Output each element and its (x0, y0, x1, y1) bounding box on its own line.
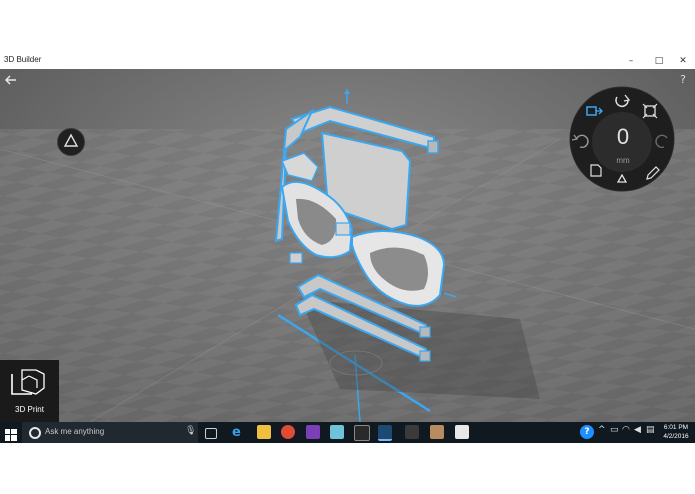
3d-builder-taskbar-icon[interactable] (378, 425, 392, 441)
back-arrow-icon[interactable] (4, 73, 18, 87)
dial-value: 0 (616, 124, 630, 149)
dial-unit: mm (616, 156, 630, 165)
terminal-icon[interactable] (354, 425, 370, 441)
search-input[interactable]: Ask me anything (45, 427, 104, 436)
edge-icon[interactable]: e (232, 425, 246, 440)
battery-icon[interactable]: ▭ (610, 425, 619, 435)
visual-studio-icon[interactable] (306, 425, 320, 439)
task-view-icon[interactable] (205, 428, 217, 439)
top-margin (0, 0, 695, 53)
help-button[interactable]: ? (676, 73, 690, 87)
clock-date: 4/2/2016 (663, 433, 689, 440)
taskbar-clock[interactable]: 6:01 PM 4/2/2016 (660, 423, 692, 441)
app-icon-2[interactable] (405, 425, 419, 439)
chrome-icon[interactable] (281, 425, 295, 439)
scene-menu-button[interactable] (57, 128, 85, 156)
microphone-icon[interactable]: 🎙 (185, 426, 196, 436)
minimize-button[interactable]: – (618, 53, 644, 69)
3d-viewport[interactable] (0, 69, 695, 422)
clock-time: 6:01 PM (663, 424, 689, 431)
file-explorer-icon[interactable] (257, 425, 271, 439)
chevron-up-icon[interactable]: ^ (598, 425, 606, 435)
keyboard-icon[interactable]: ▤ (646, 425, 655, 435)
3d-print-button[interactable]: 3D Print (0, 360, 59, 422)
title-bar: 3D Builder – □ ✕ (0, 53, 695, 70)
close-button[interactable]: ✕ (670, 53, 695, 69)
windows-start-icon[interactable] (5, 426, 17, 441)
photos-app-icon[interactable] (430, 425, 444, 439)
bottom-margin (0, 443, 695, 494)
maximize-button[interactable]: □ (646, 53, 672, 69)
image-viewer-icon[interactable] (455, 425, 469, 439)
wifi-icon[interactable]: ◠ (622, 425, 630, 435)
window-title: 3D Builder (4, 55, 42, 64)
cortana-icon (29, 427, 41, 439)
volume-icon[interactable]: ◀ (634, 425, 641, 435)
3d-print-icon (11, 369, 45, 395)
help-tray-icon[interactable]: ? (580, 425, 594, 439)
triangle-icon (63, 133, 79, 147)
app-icon[interactable] (330, 425, 344, 439)
3d-print-label: 3D Print (15, 405, 44, 414)
taskbar-search[interactable]: Ask me anything 🎙 (22, 422, 198, 443)
